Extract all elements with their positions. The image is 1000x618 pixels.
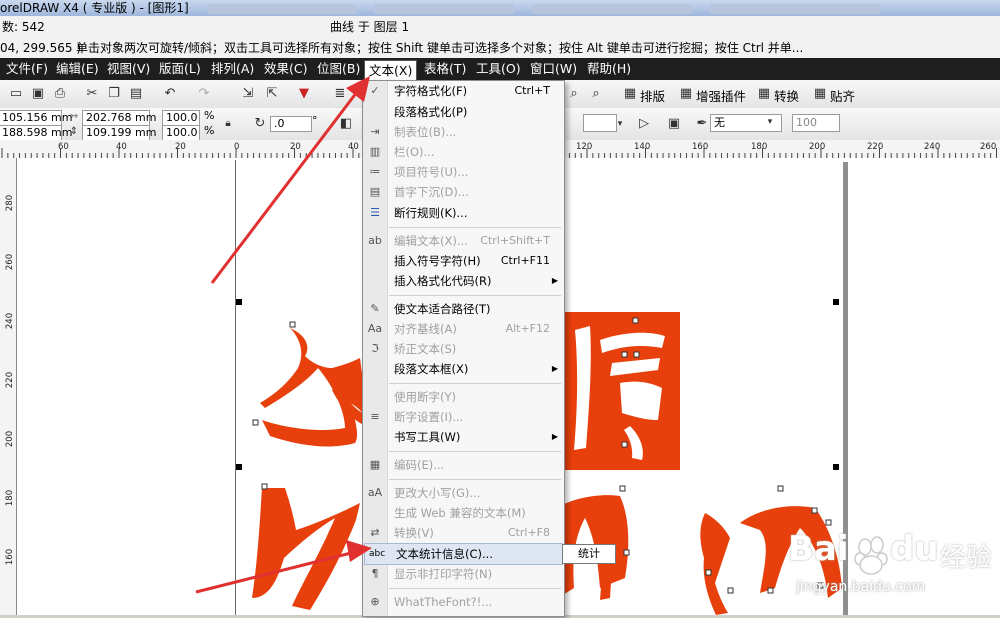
watermark-brand2: du bbox=[890, 529, 939, 569]
baidu-watermark: Bai du 经验 jingyan.baidu.com bbox=[780, 525, 1000, 615]
watermark-url: jingyan.baidu.com bbox=[796, 579, 926, 595]
annotation-arrows bbox=[195, 76, 372, 594]
arrow-to-text-menu bbox=[210, 87, 362, 284]
watermark-brand: Bai bbox=[788, 529, 849, 569]
arrow-to-text-statistics bbox=[195, 550, 356, 594]
arrow-head bbox=[346, 540, 372, 562]
arrow-head bbox=[346, 76, 370, 102]
watermark-cn: 经验 bbox=[940, 543, 993, 573]
